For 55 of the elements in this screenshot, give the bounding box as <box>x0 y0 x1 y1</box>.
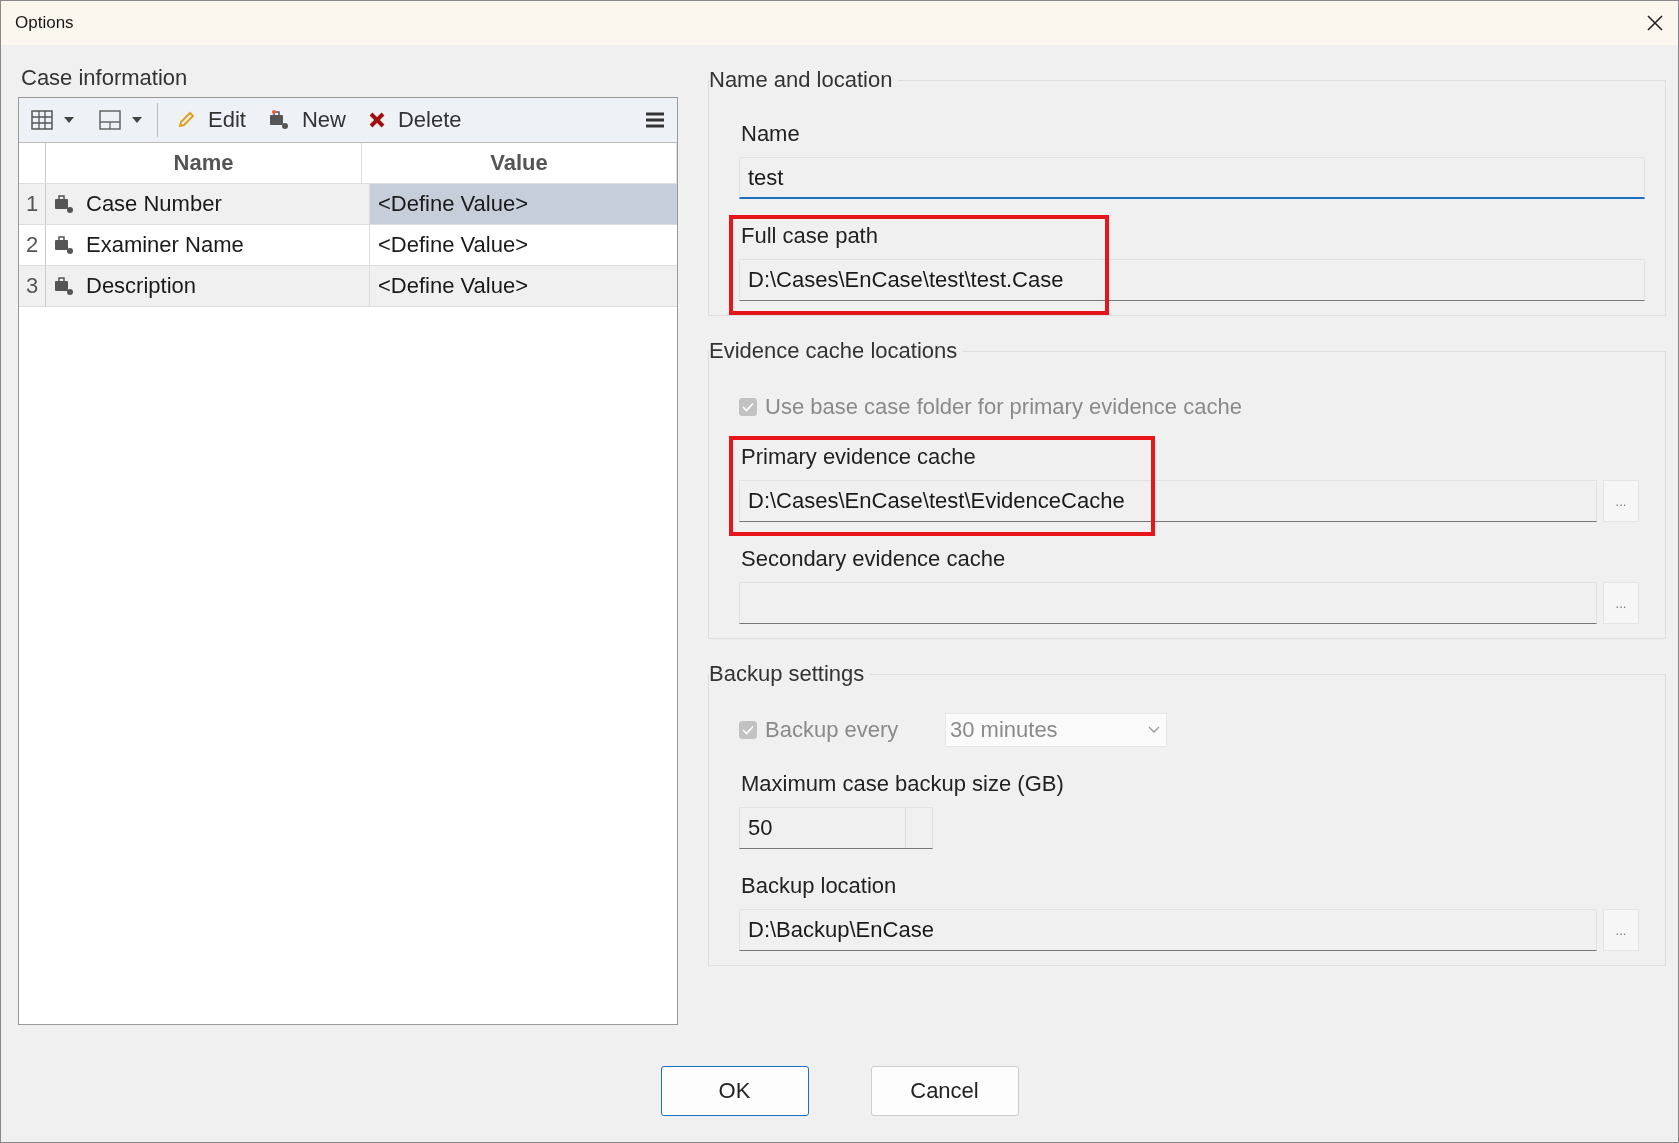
text-field[interactable]: test <box>739 157 1645 199</box>
layout-icon[interactable] <box>99 110 121 130</box>
group-title: Backup settings <box>709 661 866 687</box>
text-field[interactable]: D:\Cases\EnCase\test\EvidenceCache <box>739 480 1597 522</box>
caret-icon[interactable] <box>63 116 75 124</box>
table-cell[interactable]: <Define Value> <box>370 184 677 224</box>
browse-button[interactable]: ... <box>1603 582 1639 624</box>
row-number: 3 <box>19 266 46 306</box>
chevron-down-icon <box>1148 726 1160 734</box>
table-cell[interactable]: Description <box>46 266 370 306</box>
section-title: Case information <box>21 65 188 91</box>
field-label: Name <box>740 120 801 148</box>
text-field[interactable]: D:\Cases\EnCase\test\test.Case <box>739 259 1645 301</box>
number-field[interactable]: 50 <box>739 807 933 849</box>
row-name: Case Number <box>86 191 222 217</box>
checkbox-label: Backup every <box>765 717 900 743</box>
field-label: Secondary evidence cache <box>740 545 1007 573</box>
column-header[interactable]: Value <box>362 143 677 183</box>
row-name: Examiner Name <box>86 232 244 258</box>
field-label: Full case path <box>740 222 879 250</box>
pencil-icon <box>176 110 196 130</box>
checkbox-label: Use base case folder for primary evidence cache <box>765 394 1242 420</box>
table-cell[interactable]: <Define Value> <box>370 266 677 306</box>
row-number: 2 <box>19 225 46 265</box>
row-number: 1 <box>19 184 46 224</box>
edit-button[interactable]: Edit <box>172 102 254 138</box>
caret-icon[interactable] <box>131 116 143 124</box>
field-label: Backup location <box>740 872 898 900</box>
browse-button[interactable]: ... <box>1603 909 1639 951</box>
field-label: Primary evidence cache <box>740 443 977 471</box>
ok-button[interactable]: OK <box>660 1066 809 1116</box>
group-title: Name and location <box>709 67 894 93</box>
field-label: Maximum case backup size (GB) <box>740 770 1065 798</box>
briefcase-icon <box>54 276 74 296</box>
row-name: Description <box>86 273 197 299</box>
text-field[interactable] <box>739 582 1597 624</box>
briefcase-icon <box>54 235 74 255</box>
new-button[interactable]: New <box>263 102 354 138</box>
window-title: Options <box>15 13 74 33</box>
table-cell[interactable]: <Define Value> <box>370 225 677 265</box>
group-title: Evidence cache locations <box>709 338 959 364</box>
check-icon <box>742 725 754 735</box>
cancel-button[interactable]: Cancel <box>870 1066 1019 1116</box>
text-field[interactable]: D:\Backup\EnCase <box>739 909 1597 951</box>
browse-button[interactable]: ... <box>1603 480 1639 522</box>
menu-icon[interactable] <box>645 111 665 129</box>
briefcase-icon <box>54 194 74 214</box>
column-header[interactable]: Name <box>46 143 362 183</box>
delete-button[interactable]: Delete <box>363 102 470 138</box>
table-grid-icon[interactable] <box>31 110 53 130</box>
close-icon[interactable] <box>1646 14 1664 32</box>
cross-icon <box>367 111 386 129</box>
table-cell[interactable]: Examiner Name <box>46 225 370 265</box>
check-icon <box>742 402 754 412</box>
briefcase-icon <box>267 109 290 131</box>
